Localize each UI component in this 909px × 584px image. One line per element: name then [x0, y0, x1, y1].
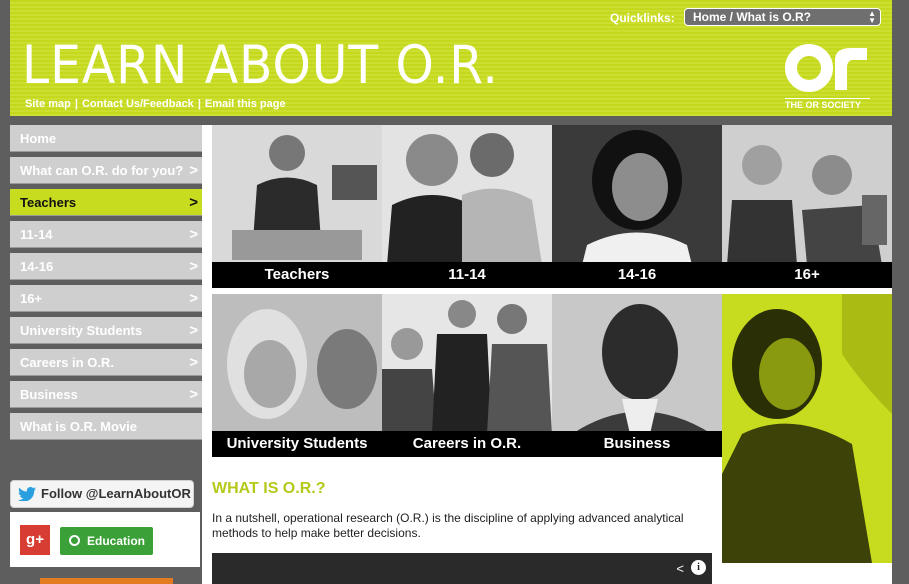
sidebar-item-careers[interactable]: Careers in O.R. >: [10, 349, 202, 376]
tile-caption: 11-14: [382, 262, 552, 288]
info-icon[interactable]: i: [691, 560, 706, 575]
tile-11-14[interactable]: 11-14: [382, 125, 552, 288]
sidebar-item-16-plus[interactable]: 16+ >: [10, 285, 202, 312]
tile-caption: Teachers: [212, 262, 382, 288]
feature-photo: [722, 294, 892, 563]
tile-careers[interactable]: Careers in O.R.: [382, 294, 552, 457]
education-label: Education: [87, 534, 146, 548]
chevron-right-icon: >: [189, 322, 198, 339]
sidebar-item-label: 11-14: [20, 227, 53, 242]
link-separator: |: [74, 98, 78, 110]
page-title: LEARN ABOUT O.R.: [22, 35, 499, 96]
header-links: Site map | Contact Us/Feedback | Email this …: [25, 98, 286, 110]
link-separator: |: [197, 98, 201, 110]
chevron-right-icon: >: [189, 386, 198, 403]
sidebar-item-label: University Students: [20, 323, 143, 338]
chevron-right-icon: >: [189, 354, 198, 371]
tile-caption: 16+: [722, 262, 892, 288]
twitter-follow-label: Follow @LearnAboutOR: [41, 486, 191, 501]
email-page-link[interactable]: Email this page: [205, 98, 286, 110]
sidebar-item-label: Home: [20, 131, 57, 146]
chevron-right-icon: >: [189, 162, 198, 179]
google-plus-icon[interactable]: g+: [20, 525, 50, 555]
sidebar-item-14-16[interactable]: 14-16 >: [10, 253, 202, 280]
chevron-right-icon: >: [189, 290, 198, 307]
chevron-right-icon: >: [189, 258, 198, 275]
tile-14-16[interactable]: 14-16: [552, 125, 722, 288]
sidebar-item-label: What can O.R. do for you?: [20, 163, 184, 178]
sidebar-item-label: 14-16: [20, 259, 54, 274]
tile-caption: University Students: [212, 431, 382, 457]
main-content: Teachers 11-14 14-16 16+ University Stud…: [202, 125, 892, 584]
section-heading: WHAT IS O.R.?: [212, 480, 326, 497]
sidebar-item-label: Teachers: [20, 195, 77, 210]
sidebar-item-label: Business: [20, 387, 78, 402]
education-button[interactable]: Education: [60, 527, 153, 555]
sidebar-item-university-students[interactable]: University Students >: [10, 317, 202, 344]
tile-caption: Business: [552, 431, 722, 457]
sidebar-item-label: Careers in O.R.: [20, 355, 114, 370]
chevron-right-icon: >: [189, 194, 198, 211]
sidebar-item-teachers[interactable]: Teachers >: [10, 189, 202, 216]
tile-business[interactable]: Business: [552, 294, 722, 457]
contact-link[interactable]: Contact Us/Feedback: [82, 98, 194, 110]
tile-16-plus[interactable]: 16+: [722, 125, 892, 288]
site-map-link[interactable]: Site map: [25, 98, 71, 110]
sidebar-item-home[interactable]: Home: [10, 125, 202, 152]
intro-text: In a nutshell, operational research (O.R…: [212, 511, 684, 540]
sidebar-item-label: What is O.R. Movie: [20, 419, 138, 434]
video-player[interactable]: < i: [212, 553, 712, 584]
sidebar-item-label: 16+: [20, 291, 43, 306]
tile-university-students[interactable]: University Students: [212, 294, 382, 457]
operational-research-banner[interactable]: [40, 578, 173, 584]
sidebar-item-business[interactable]: Business >: [10, 381, 202, 408]
chevron-right-icon: >: [189, 226, 198, 243]
quicklinks-selected-value: Home / What is O.R?: [693, 10, 812, 24]
tile-caption: 14-16: [552, 262, 722, 288]
sidebar-item-what-can-or-do[interactable]: What can O.R. do for you? >: [10, 157, 202, 184]
circle-icon: [69, 535, 80, 546]
page-edge: [892, 116, 909, 584]
tile-teachers[interactable]: Teachers: [212, 125, 382, 288]
site-header: Quicklinks: Home / What is O.R? ▲ ▼ LEARN…: [10, 0, 892, 116]
sidebar-nav: Home What can O.R. do for you? > Teachers…: [10, 125, 202, 445]
quicklinks-select[interactable]: Home / What is O.R? ▲ ▼: [684, 8, 881, 26]
quicklinks-label: Quicklinks:: [610, 11, 675, 25]
sidebar-item-11-14[interactable]: 11-14 >: [10, 221, 202, 248]
share-icon[interactable]: <: [676, 561, 684, 576]
social-widgets: g+ Education: [10, 512, 200, 567]
twitter-bird-icon: [18, 487, 36, 501]
logo-text: THE OR SOCIETY: [785, 98, 870, 110]
select-arrows-icon: ▲ ▼: [868, 9, 876, 25]
tile-caption: Careers in O.R.: [382, 431, 552, 457]
feature-image[interactable]: [722, 294, 892, 563]
twitter-follow-button[interactable]: Follow @LearnAboutOR: [10, 480, 194, 508]
sidebar-item-or-movie[interactable]: What is O.R. Movie: [10, 413, 202, 440]
